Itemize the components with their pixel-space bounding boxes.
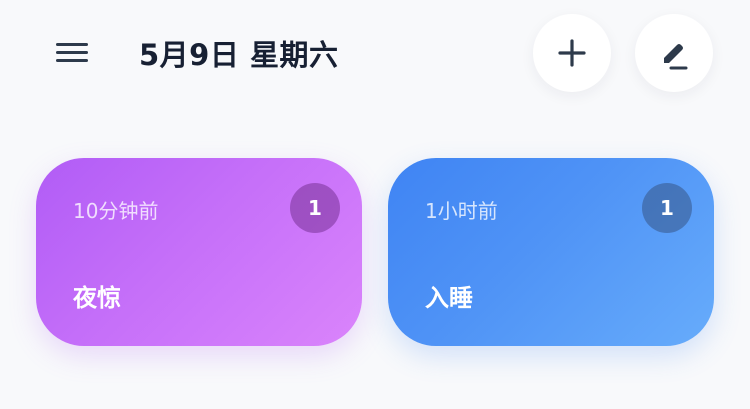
card-event-name: 入睡 <box>425 284 473 312</box>
event-card-night-terror[interactable]: 10分钟前 1 夜惊 <box>36 158 362 346</box>
edit-button[interactable] <box>635 14 713 92</box>
plus-icon <box>558 39 586 67</box>
card-count-badge: 1 <box>290 183 340 233</box>
menu-button[interactable] <box>48 34 96 72</box>
card-event-name: 夜惊 <box>73 284 121 312</box>
card-count-badge: 1 <box>642 183 692 233</box>
pencil-edit-icon <box>664 44 688 70</box>
card-time-ago: 10分钟前 <box>73 199 159 223</box>
date-title: 5月9日 星期六 <box>139 38 339 72</box>
event-card-fall-asleep[interactable]: 1小时前 1 入睡 <box>388 158 714 346</box>
top-bar: 5月9日 星期六 <box>0 0 750 110</box>
add-button[interactable] <box>533 14 611 92</box>
card-time-ago: 1小时前 <box>425 199 498 223</box>
